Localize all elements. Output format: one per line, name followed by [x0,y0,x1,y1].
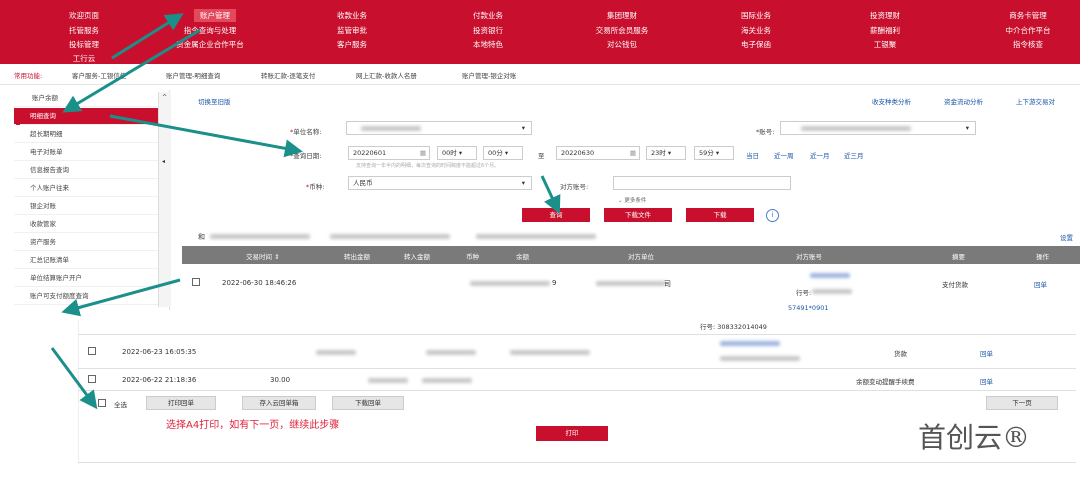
arrow-to-detail-query [62,28,201,113]
arrow-to-query [540,175,561,215]
arrow-to-date [109,114,303,158]
arrow-to-account-management [111,13,184,60]
arrow-to-checkbox [61,278,181,317]
annotation-arrows [50,13,561,410]
arrow-to-select-all [50,347,98,410]
